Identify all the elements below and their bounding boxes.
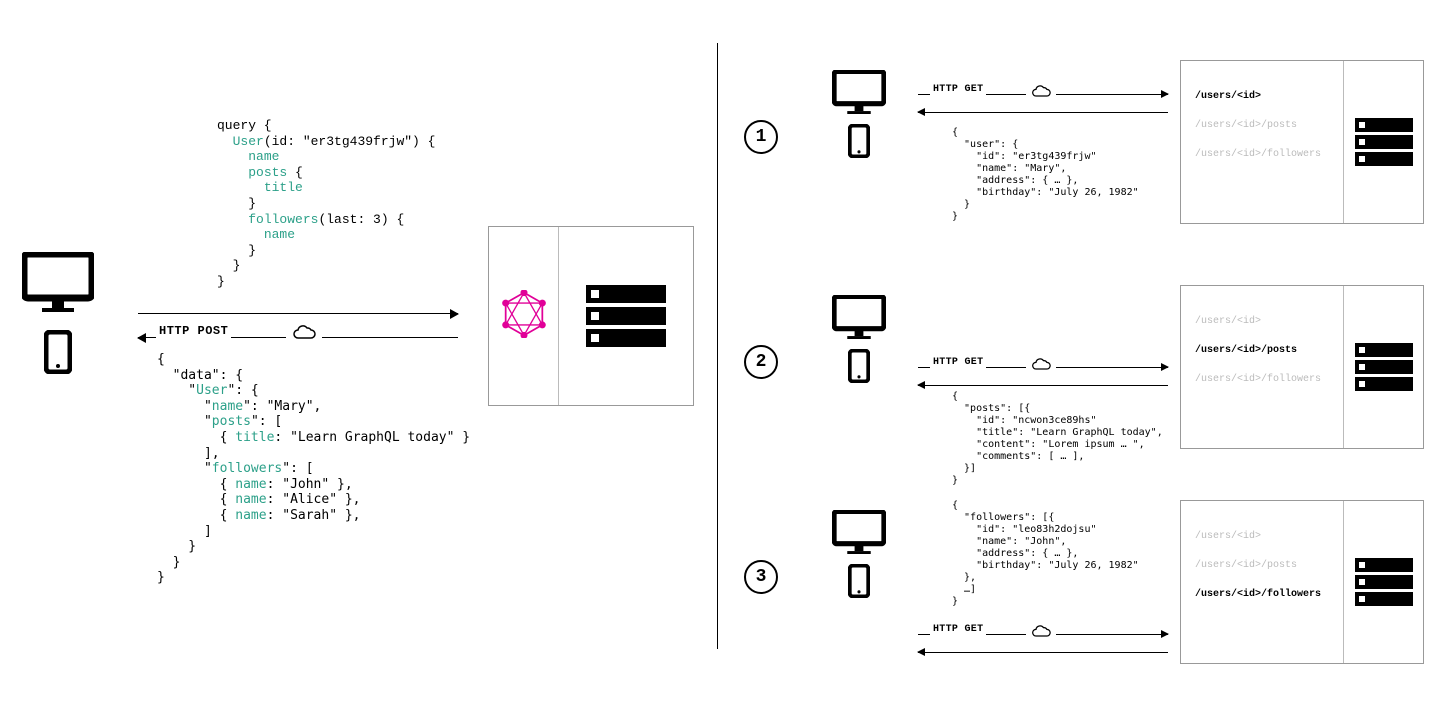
response-arrow: HTTP POST — [138, 326, 458, 350]
endpoint-path: /users/<id> — [1195, 531, 1333, 542]
graphql-logo-icon — [502, 290, 546, 342]
endpoint-path: /users/<id>/posts — [1195, 120, 1333, 131]
client-devices — [832, 510, 886, 598]
graphql-server-box — [488, 226, 694, 406]
http-arrows: HTTP GET — [918, 626, 1168, 662]
desktop-icon — [832, 70, 886, 114]
http-arrows: HTTP GET — [918, 86, 1168, 122]
rest-step-1: 1 HTTP GET { "user": { "id": "er3tg439frjw… — [740, 40, 1430, 250]
http-method-label: HTTP GET — [930, 357, 986, 368]
cloud-icon — [1026, 357, 1056, 375]
endpoints-list: /users/<id> /users/<id>/posts/users/<id>/… — [1181, 501, 1343, 663]
database-icon — [1355, 115, 1413, 169]
database-icon — [586, 281, 666, 351]
http-method-label: HTTP POST — [156, 324, 231, 338]
rest-response-json: { "followers": [{ "id": "leo83h2dojsu" "… — [952, 500, 1139, 608]
rest-server-box: /users/<id> /users/<id>/posts/users/<id>/… — [1180, 285, 1424, 449]
endpoint-path: /users/<id>/followers — [1195, 589, 1333, 600]
endpoint-path: /users/<id>/posts — [1195, 345, 1333, 356]
http-arrows: HTTP GET — [918, 359, 1168, 395]
cloud-icon — [1026, 624, 1056, 642]
step-number: 2 — [744, 345, 778, 379]
rest-response-json: { "posts": [{ "id": "ncwon3ce89hs" "titl… — [952, 391, 1163, 487]
endpoint-path: /users/<id> — [1195, 316, 1333, 327]
desktop-icon — [832, 510, 886, 554]
response-arrow — [918, 644, 1168, 662]
http-method-label: HTTP GET — [930, 84, 986, 95]
rest-step-2: 2HTTP GET{ "posts": [{ "id": "ncwon3ce89… — [740, 265, 1430, 475]
rest-step-3: 3 HTTP GET { "followers": [{ "id": "leo83h… — [740, 480, 1430, 690]
rest-server-box: /users/<id> /users/<id>/posts/users/<id>/… — [1180, 500, 1424, 664]
request-arrow — [138, 302, 458, 326]
cloud-icon — [1026, 84, 1056, 102]
http-arrows-left: HTTP POST — [138, 302, 458, 350]
desktop-icon — [22, 252, 94, 312]
endpoint-path: /users/<id>/followers — [1195, 374, 1333, 385]
request-arrow: HTTP GET — [918, 86, 1168, 104]
response-arrow — [918, 104, 1168, 122]
mobile-icon — [848, 564, 870, 598]
mobile-icon — [44, 330, 72, 374]
endpoints-list: /users/<id> /users/<id>/posts/users/<id>/… — [1181, 286, 1343, 448]
vertical-divider — [717, 43, 718, 649]
client-devices — [832, 70, 886, 158]
request-arrow: HTTP GET — [918, 359, 1168, 377]
desktop-icon — [832, 295, 886, 339]
endpoints-list: /users/<id> /users/<id>/posts/users/<id>/… — [1181, 61, 1343, 223]
endpoint-path: /users/<id>/posts — [1195, 560, 1333, 571]
graphql-query-code: query { User(id: "er3tg439frjw") { name … — [217, 118, 435, 290]
request-arrow: HTTP GET — [918, 626, 1168, 644]
mobile-icon — [848, 124, 870, 158]
http-method-label: HTTP GET — [930, 624, 986, 635]
client-devices — [832, 295, 886, 383]
endpoint-path: /users/<id>/followers — [1195, 149, 1333, 160]
endpoint-path: /users/<id> — [1195, 91, 1333, 102]
rest-server-box: /users/<id> /users/<id>/posts/users/<id>/… — [1180, 60, 1424, 224]
mobile-icon — [848, 349, 870, 383]
rest-response-json: { "user": { "id": "er3tg439frjw" "name":… — [952, 127, 1139, 223]
database-icon — [1355, 340, 1413, 394]
step-number: 3 — [744, 560, 778, 594]
graphql-response-code: { "data": { "User": { "name": "Mary", "p… — [157, 352, 470, 586]
step-number: 1 — [744, 120, 778, 154]
cloud-icon — [286, 324, 322, 344]
client-devices — [22, 252, 94, 374]
database-icon — [1355, 555, 1413, 609]
